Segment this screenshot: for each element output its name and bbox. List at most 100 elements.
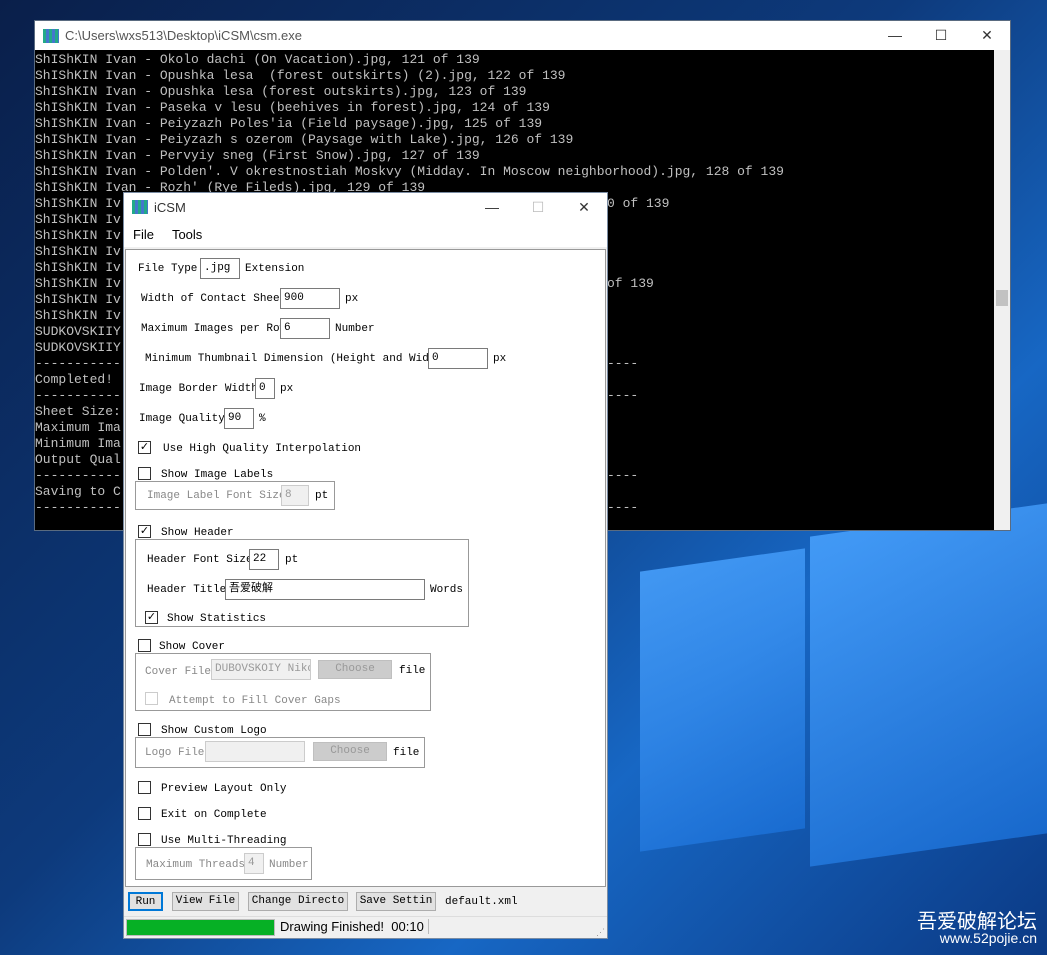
- width-input[interactable]: 900: [280, 288, 340, 309]
- console-line: SUDKOVSKIIY: [35, 324, 121, 339]
- dialog-title: iCSM: [154, 199, 186, 215]
- width-label: Width of Contact Sheet: [141, 293, 287, 305]
- multithreading-checkbox[interactable]: [138, 833, 151, 846]
- max-images-unit: Number: [335, 323, 375, 335]
- logo-checkbox[interactable]: [138, 723, 151, 736]
- preview-label: Preview Layout Only: [161, 783, 287, 795]
- console-line: ShIShKIN Iv: [35, 196, 121, 211]
- console-line: ShIShKIN Iv: [35, 308, 121, 323]
- threads-group: Maximum Threads 4 Number: [135, 847, 312, 880]
- menu-file[interactable]: File: [124, 227, 163, 242]
- console-line: SUDKOVSKIIY: [35, 340, 121, 355]
- cover-group: Cover File DUBOVSKOIY Nikol Choose file …: [135, 653, 431, 711]
- console-line: ShIShKIN Ivan - Opushka lesa (forest out…: [35, 84, 527, 99]
- scroll-thumb[interactable]: [996, 290, 1008, 306]
- hq-checkbox[interactable]: ✓: [138, 441, 151, 454]
- console-line-tail: ----: [607, 500, 639, 515]
- console-line: ShIShKIN Iv: [35, 228, 121, 243]
- multithreading-label: Use Multi-Threading: [161, 835, 287, 847]
- save-settings-button[interactable]: Save Settin: [356, 892, 436, 911]
- stats-label: Show Statistics: [167, 613, 267, 625]
- header-title-label: Header Title: [147, 584, 227, 596]
- max-images-label: Maximum Images per Row: [141, 323, 287, 335]
- logo-label: Show Custom Logo: [161, 725, 267, 737]
- logo-file-unit: file: [393, 747, 420, 759]
- settings-panel: File Type .jpg Extension Width of Contac…: [125, 249, 606, 887]
- console-app-icon: [43, 28, 59, 43]
- close-button[interactable]: ✕: [561, 193, 607, 221]
- fill-gaps-label: Attempt to Fill Cover Gaps: [169, 695, 341, 707]
- header-font-input[interactable]: 22: [249, 549, 279, 570]
- console-line: ShIShKIN Ivan - Paseka v lesu (beehives …: [35, 100, 550, 115]
- header-font-unit: pt: [285, 554, 299, 566]
- menu-bar: File Tools: [124, 221, 607, 247]
- dialog-app-icon: [132, 200, 148, 214]
- labels-checkbox[interactable]: [138, 467, 151, 480]
- logo-choose-button: Choose: [313, 742, 387, 761]
- max-images-input[interactable]: 6: [280, 318, 330, 339]
- console-line: ShIShKIN Iv: [35, 244, 121, 259]
- console-line: -----------: [35, 500, 121, 515]
- header-font-label: Header Font Size: [147, 554, 253, 566]
- wallpaper-pane: [810, 503, 1047, 867]
- console-title-bar[interactable]: C:\Users\wxs513\Desktop\iCSM\csm.exe — ☐…: [35, 21, 1010, 50]
- console-line: ShIShKIN Ivan - Peiyzazh s ozerom (Paysa…: [35, 132, 574, 147]
- status-text: Drawing Finished! 00:10: [280, 919, 429, 934]
- dialog-title-bar[interactable]: iCSM — ☐ ✕: [124, 193, 607, 221]
- menu-tools[interactable]: Tools: [163, 227, 211, 242]
- preview-checkbox[interactable]: [138, 781, 151, 794]
- header-checkbox[interactable]: ✓: [138, 525, 151, 538]
- stats-checkbox[interactable]: ✓: [145, 611, 158, 624]
- change-directory-button[interactable]: Change Directo: [248, 892, 348, 911]
- hq-label: Use High Quality Interpolation: [163, 443, 362, 455]
- maximize-button: ☐: [531, 199, 545, 215]
- console-line-tail: 0 of 139: [607, 196, 670, 211]
- header-title-unit: Words: [430, 584, 464, 596]
- maximize-button[interactable]: ☐: [918, 21, 964, 50]
- console-line-tail: ----: [607, 468, 639, 483]
- console-line: Maximum Ima: [35, 420, 121, 435]
- exit-checkbox[interactable]: [138, 807, 151, 820]
- run-button[interactable]: Run: [128, 892, 163, 911]
- settings-file-label: default.xml: [445, 896, 518, 908]
- console-line: ShIShKIN Ivan - Peiyzazh Poles'ia (Field…: [35, 116, 543, 131]
- label-font-input: 8: [281, 485, 309, 506]
- quality-unit: %: [259, 413, 266, 425]
- console-line: ShIShKIN Iv: [35, 260, 121, 275]
- logo-file-label: Logo File: [145, 747, 205, 759]
- resize-grip-icon[interactable]: ⋰: [596, 927, 605, 938]
- close-button[interactable]: ✕: [964, 21, 1010, 50]
- minimize-button[interactable]: —: [469, 193, 515, 221]
- console-line: ShIShKIN Iv: [35, 276, 121, 291]
- fill-gaps-checkbox: [145, 692, 158, 705]
- cover-choose-button: Choose: [318, 660, 392, 679]
- label-font-unit: pt: [315, 490, 329, 502]
- console-line: -----------: [35, 388, 121, 403]
- console-scrollbar[interactable]: [994, 50, 1010, 530]
- label-font-group: Image Label Font Size 8 pt: [135, 481, 335, 510]
- cover-label: Show Cover: [159, 641, 226, 653]
- cover-checkbox[interactable]: [138, 639, 151, 652]
- cover-file-input: DUBOVSKOIY Nikol: [211, 659, 311, 680]
- label-font-label: Image Label Font Size: [147, 490, 286, 502]
- width-unit: px: [345, 293, 359, 305]
- console-line: ShIShKIN Ivan - Polden'. V okrestnostiah…: [35, 164, 784, 179]
- console-line: Output Qual: [35, 452, 121, 467]
- console-line-tail: ----: [607, 388, 639, 403]
- header-title-input[interactable]: 吾爱破解: [225, 579, 425, 600]
- cover-file-unit: file: [399, 665, 426, 677]
- icsm-dialog: iCSM — ☐ ✕ File Tools File Type .jpg Exte…: [123, 192, 608, 939]
- watermark-url: www.52pojie.cn: [939, 930, 1037, 946]
- progress-fill: [127, 920, 274, 935]
- border-unit: px: [280, 383, 294, 395]
- border-label: Image Border Width: [139, 383, 258, 395]
- minimize-button[interactable]: —: [872, 21, 918, 50]
- console-line: -----------: [35, 468, 121, 483]
- file-type-input[interactable]: .jpg: [200, 258, 240, 279]
- view-file-button[interactable]: View File: [172, 892, 239, 911]
- logo-group: Logo File Choose file: [135, 737, 425, 768]
- min-thumb-input[interactable]: 0: [428, 348, 488, 369]
- console-title: C:\Users\wxs513\Desktop\iCSM\csm.exe: [65, 28, 302, 43]
- quality-input[interactable]: 90: [224, 408, 254, 429]
- border-input[interactable]: 0: [255, 378, 275, 399]
